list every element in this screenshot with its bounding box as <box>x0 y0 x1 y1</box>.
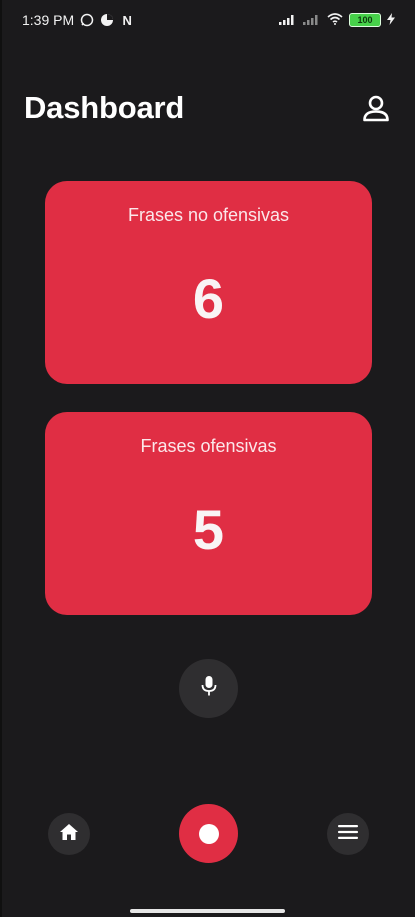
page-title: Dashboard <box>24 90 185 125</box>
menu-button[interactable] <box>327 813 369 855</box>
signal-icon-secondary <box>303 12 321 28</box>
netflix-icon: N <box>122 12 132 28</box>
non-offensive-card: Frases no ofensivas 6 <box>45 181 372 384</box>
pie-app-icon <box>100 13 114 27</box>
status-bar: 1:39 PM N 100 <box>0 0 415 40</box>
microphone-button[interactable] <box>179 659 238 718</box>
screen-edge <box>0 0 2 917</box>
status-left: 1:39 PM N <box>22 12 134 28</box>
user-icon[interactable] <box>360 92 392 124</box>
status-right: 100 <box>279 12 395 28</box>
charging-icon <box>387 12 395 28</box>
record-button[interactable] <box>179 804 238 863</box>
microphone-icon <box>200 675 218 702</box>
wifi-icon <box>327 12 343 28</box>
header: Dashboard <box>24 86 392 130</box>
whatsapp-icon <box>80 13 94 27</box>
home-indicator[interactable] <box>130 909 285 913</box>
card-label: Frases ofensivas <box>140 436 277 456</box>
bottom-nav <box>0 803 415 863</box>
record-icon <box>198 823 219 844</box>
card-count: 6 <box>192 267 225 330</box>
signal-icon <box>279 12 297 28</box>
offensive-card: Frases ofensivas 5 <box>45 412 372 615</box>
home-button[interactable] <box>48 813 90 855</box>
card-label: Frases no ofensivas <box>127 205 290 225</box>
status-time: 1:39 PM <box>22 12 75 28</box>
home-icon <box>59 823 79 846</box>
battery-icon: 100 <box>349 13 381 27</box>
card-count: 5 <box>192 498 225 561</box>
menu-icon <box>338 824 358 844</box>
